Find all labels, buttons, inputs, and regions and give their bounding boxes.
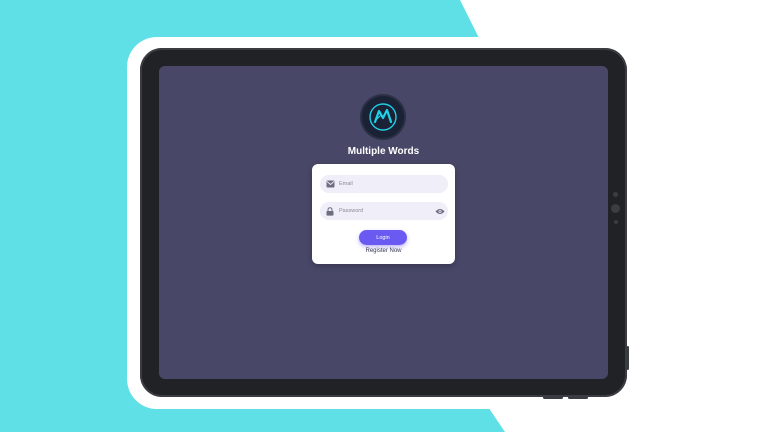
power-button <box>626 346 629 370</box>
email-field[interactable] <box>320 175 448 193</box>
mountain-m-icon <box>369 103 397 131</box>
login-button[interactable]: Login <box>359 230 407 245</box>
lock-icon <box>325 206 335 216</box>
sensor-dot <box>614 220 618 224</box>
stage: Multiple Words Email Login Register Now <box>0 0 768 432</box>
sensor-dot <box>613 192 618 197</box>
camera-lens <box>611 204 620 213</box>
eye-icon[interactable] <box>434 206 445 216</box>
volume-button <box>543 396 563 399</box>
password-field[interactable] <box>320 202 448 220</box>
app-title: Multiple Words <box>347 146 420 157</box>
email-input[interactable] <box>339 181 429 187</box>
mountain-m-logo <box>362 96 404 138</box>
register-now-link[interactable]: Register Now <box>312 248 455 254</box>
tablet-screen: Multiple Words Email Login Register Now <box>159 66 608 379</box>
password-input[interactable] <box>339 208 429 214</box>
volume-button <box>568 396 588 399</box>
login-card: Login Register Now <box>312 164 455 264</box>
envelope-icon <box>325 179 335 189</box>
